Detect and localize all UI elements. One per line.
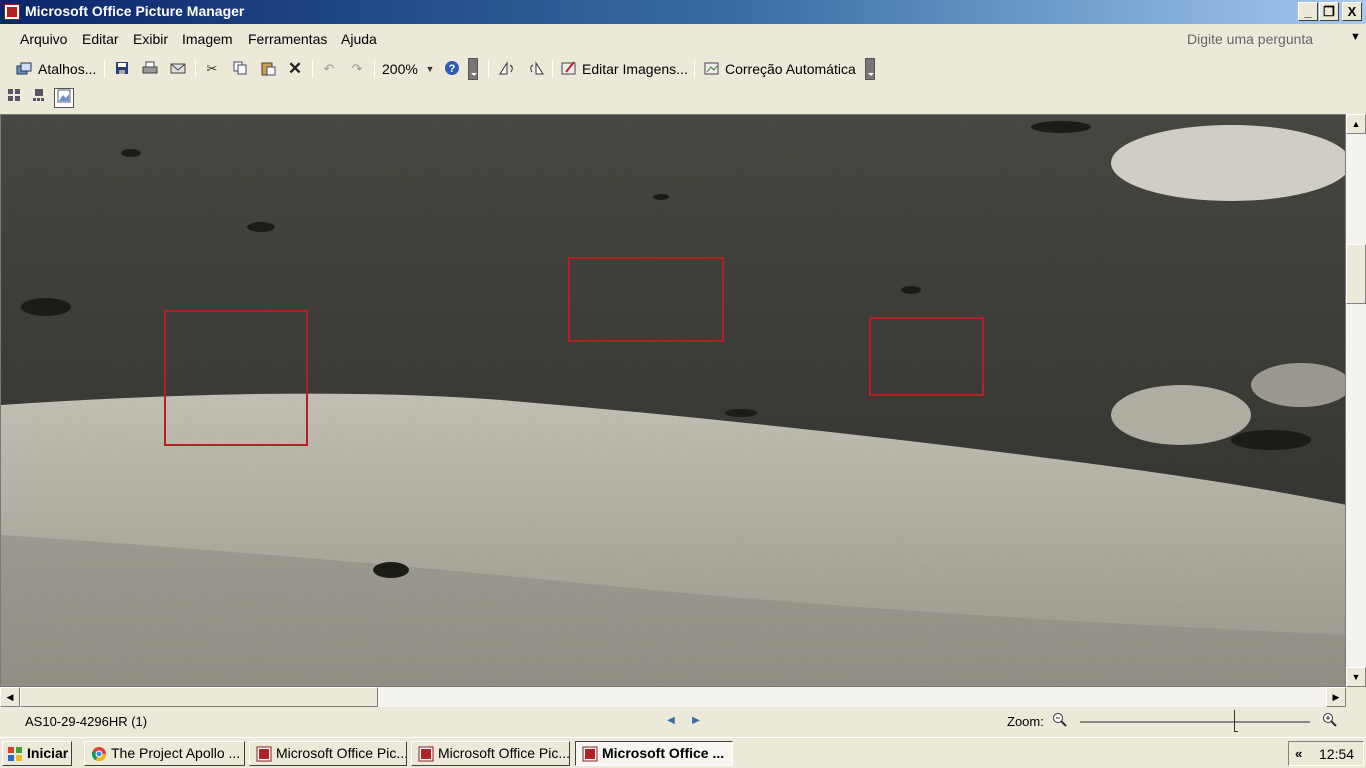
- taskbar-item-picture-manager[interactable]: Microsoft Office Pic...: [411, 741, 570, 766]
- menu-ajuda[interactable]: Ajuda: [341, 31, 377, 47]
- picture-manager-icon: [418, 746, 434, 762]
- shortcuts-button[interactable]: Atalhos...: [38, 59, 96, 79]
- paste-icon[interactable]: [259, 60, 277, 78]
- edit-images-button[interactable]: Editar Imagens...: [582, 59, 688, 79]
- picture-viewer[interactable]: [0, 114, 1346, 687]
- copy-icon[interactable]: [231, 60, 249, 78]
- menu-imagem[interactable]: Imagem: [182, 31, 233, 47]
- picture-manager-icon: [582, 746, 598, 762]
- minimize-button[interactable]: _: [1298, 2, 1318, 21]
- single-picture-view-icon[interactable]: [54, 88, 74, 108]
- taskbar-item-label: Microsoft Office Pic...: [438, 745, 570, 761]
- system-tray: « 12:54: [1288, 741, 1364, 766]
- standard-toolbar: Atalhos... ✂ ✕ ↶ ↷ 200% ▼ ? Editar Image…: [0, 54, 1366, 84]
- zoom-slider-handle[interactable]: [1234, 710, 1238, 732]
- picture-manager-app-icon: [4, 4, 20, 20]
- start-label: Iniciar: [27, 745, 69, 761]
- delete-icon[interactable]: ✕: [286, 60, 304, 78]
- rotate-right-icon[interactable]: [527, 60, 545, 78]
- rotate-left-icon[interactable]: [498, 60, 516, 78]
- chrome-icon: [91, 747, 106, 761]
- zoom-slider[interactable]: [1080, 721, 1310, 723]
- help-icon[interactable]: ?: [443, 60, 461, 78]
- taskbar-item-label: Microsoft Office ...: [602, 745, 725, 761]
- scroll-up-icon[interactable]: ▲: [1346, 114, 1366, 134]
- ask-question-input[interactable]: Digite uma pergunta: [1187, 31, 1313, 47]
- shortcuts-icon[interactable]: [15, 60, 33, 78]
- scroll-right-icon[interactable]: ▶: [1326, 687, 1346, 707]
- zoom-out-icon[interactable]: [1052, 712, 1068, 731]
- taskbar-item-picture-manager-active[interactable]: Microsoft Office ...: [575, 741, 733, 766]
- menu-arquivo[interactable]: Arquivo: [20, 31, 67, 47]
- zoom-label: Zoom:: [1007, 714, 1044, 729]
- thumbnail-view-icon[interactable]: [4, 88, 24, 108]
- status-bar: AS10-29-4296HR (1) ◀ ▶ Zoom:: [0, 707, 1366, 737]
- redo-icon[interactable]: ↷: [348, 60, 366, 78]
- tray-expand-icon[interactable]: «: [1295, 746, 1302, 761]
- horizontal-scroll-thumb[interactable]: [20, 687, 378, 707]
- taskbar-item-label: Microsoft Office Pic...: [276, 745, 407, 761]
- next-picture-icon[interactable]: ▶: [689, 714, 703, 728]
- previous-picture-icon[interactable]: ◀: [664, 714, 678, 728]
- picture-manager-icon: [256, 746, 272, 762]
- taskbar: Iniciar The Project Apollo ... Microsoft…: [0, 737, 1366, 768]
- windows-logo-icon: [8, 747, 22, 761]
- lunar-surface-image: [1, 115, 1345, 686]
- filmstrip-view-icon[interactable]: [29, 88, 49, 108]
- start-button[interactable]: Iniciar: [2, 741, 72, 766]
- edit-images-icon[interactable]: [560, 60, 578, 78]
- menu-ferramentas[interactable]: Ferramentas: [248, 31, 327, 47]
- toolbar-options-icon[interactable]: [865, 58, 875, 80]
- menu-exibir[interactable]: Exibir: [133, 31, 168, 47]
- window-title: Microsoft Office Picture Manager: [25, 3, 245, 19]
- menu-bar: Arquivo Editar Exibir Imagem Ferramentas…: [0, 24, 1366, 54]
- vertical-scroll-thumb[interactable]: [1346, 244, 1366, 304]
- close-button[interactable]: X: [1342, 2, 1362, 21]
- print-icon[interactable]: [141, 60, 159, 78]
- menu-editar[interactable]: Editar: [82, 31, 119, 47]
- chevron-down-icon[interactable]: ▼: [1350, 31, 1361, 43]
- cut-icon[interactable]: ✂: [203, 60, 221, 78]
- save-icon[interactable]: [113, 60, 131, 78]
- horizontal-scrollbar[interactable]: ◀ ▶: [0, 687, 1346, 707]
- file-name: AS10-29-4296HR (1): [25, 714, 148, 729]
- zoom-select[interactable]: 200%: [382, 59, 418, 79]
- scroll-down-icon[interactable]: ▼: [1346, 667, 1366, 687]
- taskbar-item-picture-manager[interactable]: Microsoft Office Pic...: [249, 741, 407, 766]
- clock[interactable]: 12:54: [1319, 746, 1354, 762]
- zoom-dropdown-icon[interactable]: ▼: [421, 60, 439, 78]
- scroll-left-icon[interactable]: ◀: [0, 687, 20, 707]
- auto-correct-button[interactable]: Correção Automática: [725, 59, 856, 79]
- svg-text:?: ?: [449, 63, 456, 75]
- restore-button[interactable]: ❐: [1319, 2, 1339, 21]
- zoom-in-icon[interactable]: [1322, 712, 1338, 731]
- title-bar: Microsoft Office Picture Manager _ ❐ X: [0, 0, 1366, 24]
- taskbar-item-label: The Project Apollo ...: [111, 745, 241, 761]
- email-icon[interactable]: [169, 60, 187, 78]
- vertical-scrollbar[interactable]: ▲ ▼: [1346, 114, 1366, 687]
- auto-correct-icon[interactable]: [703, 60, 721, 78]
- toolbar-options-icon[interactable]: [468, 58, 478, 80]
- view-toolbar: [0, 84, 1366, 113]
- undo-icon[interactable]: ↶: [320, 60, 338, 78]
- taskbar-item-chrome[interactable]: The Project Apollo ...: [84, 741, 245, 766]
